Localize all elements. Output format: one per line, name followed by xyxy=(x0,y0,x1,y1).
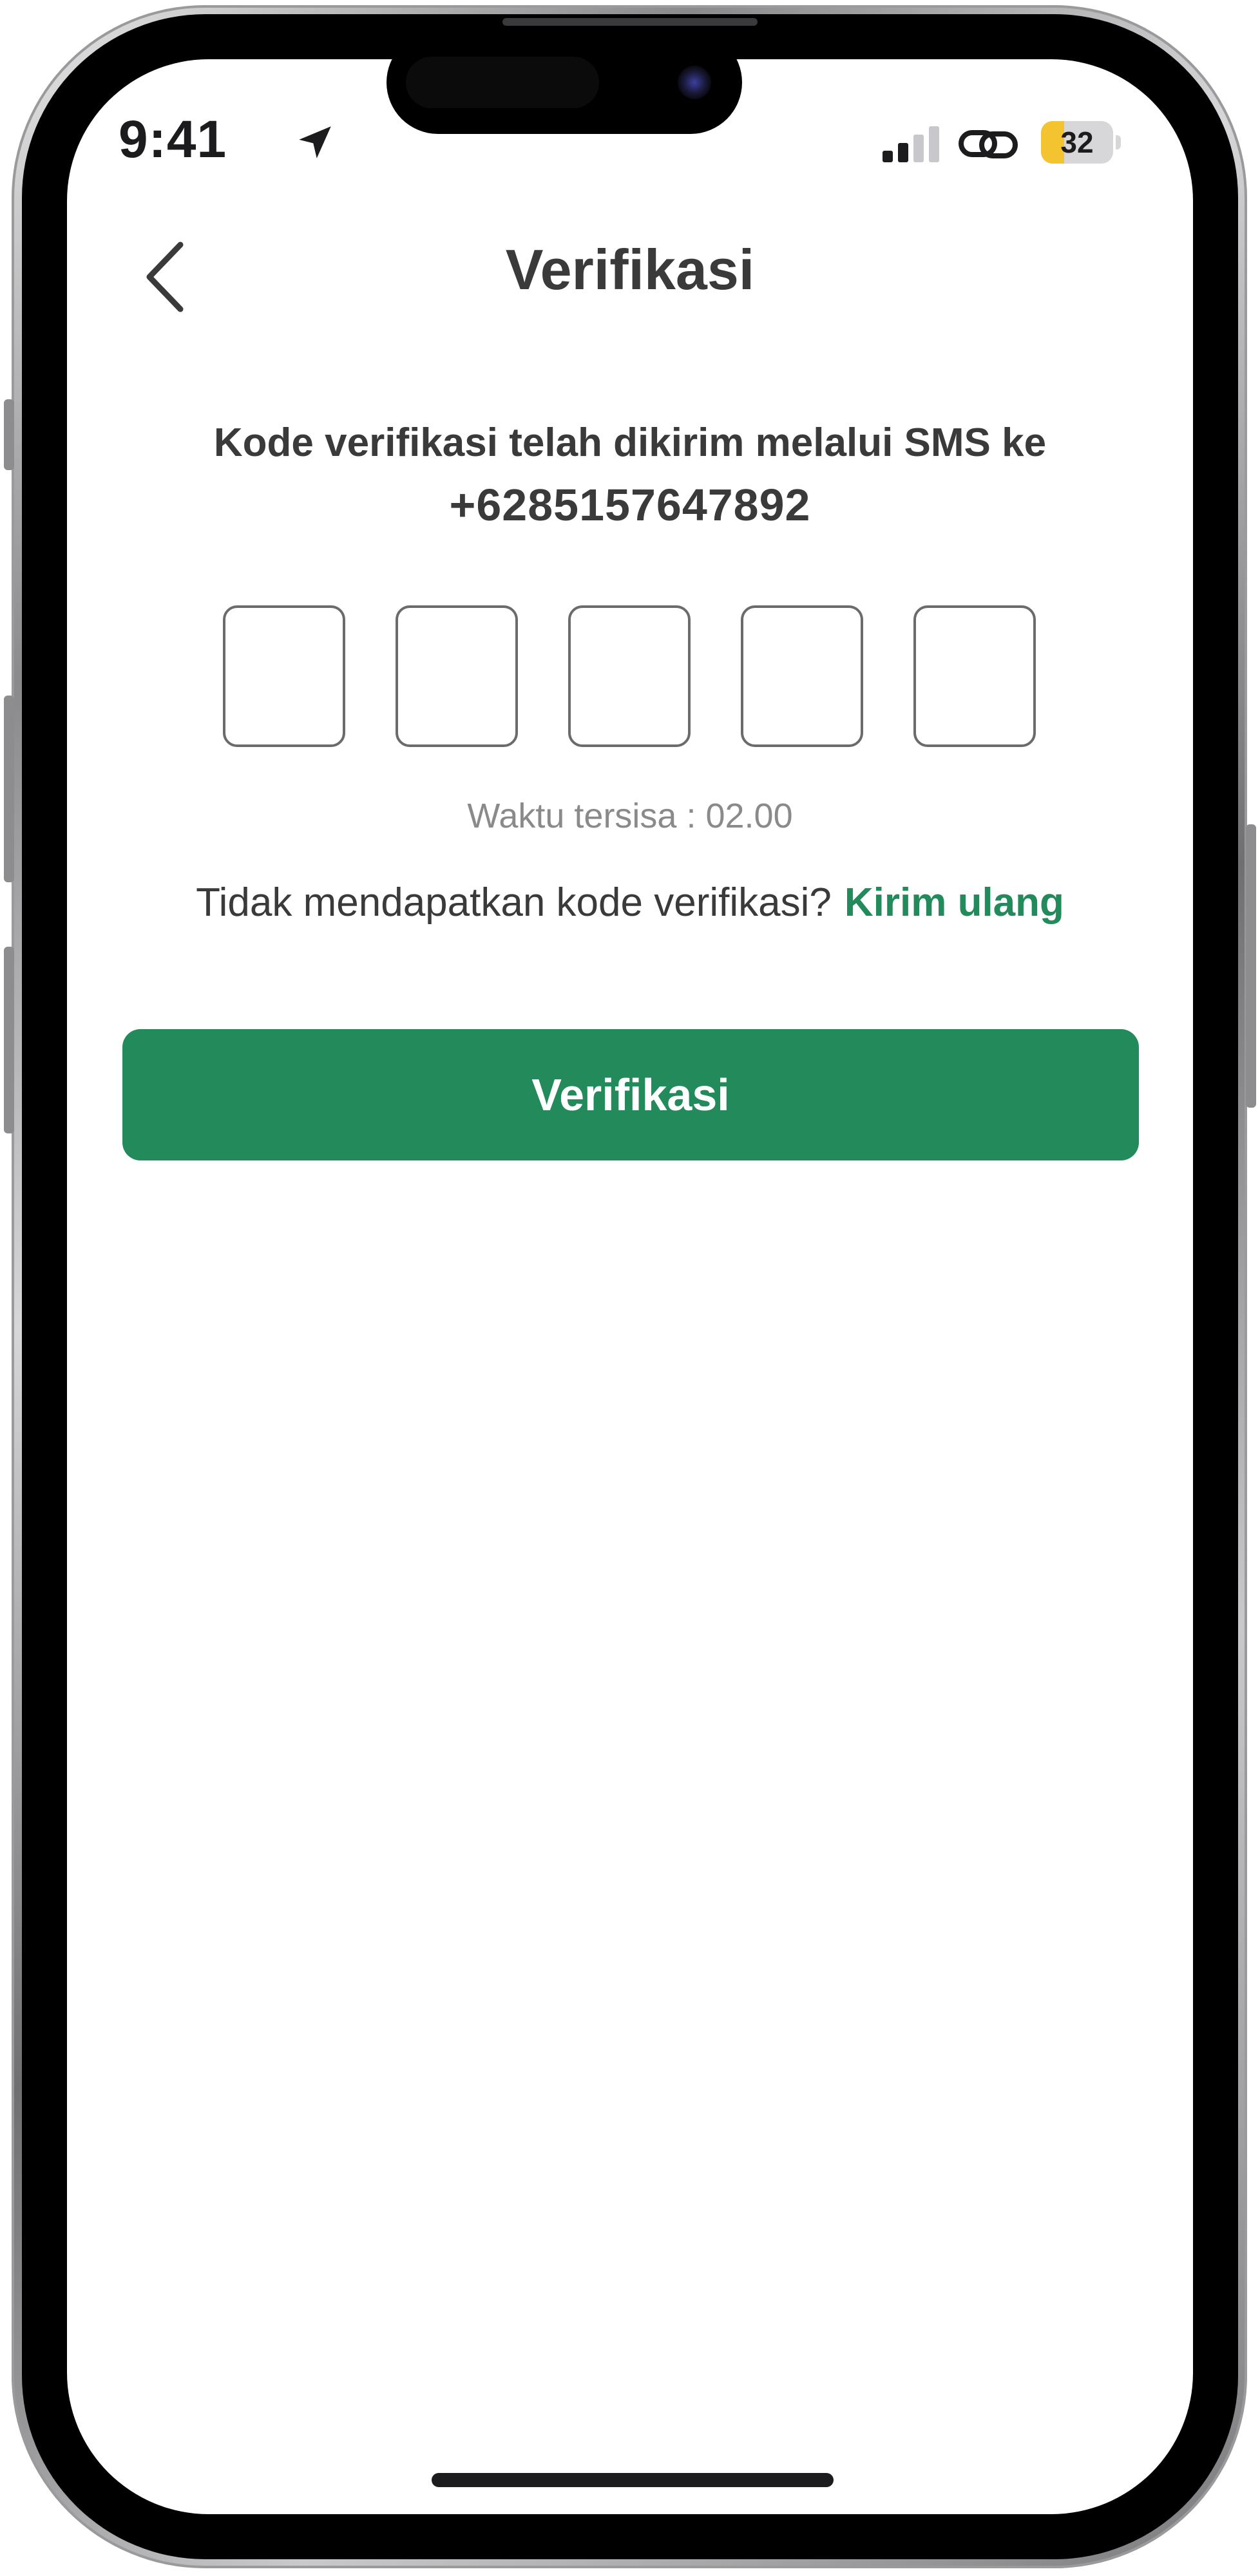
page-title: Verifikasi xyxy=(505,238,755,301)
otp-digit-3[interactable] xyxy=(568,605,691,747)
side-button-volume-down xyxy=(4,947,14,1133)
battery-tip xyxy=(1116,135,1121,149)
link-icon xyxy=(959,130,1018,158)
countdown-timer: Waktu tersisa : 02.00 xyxy=(467,797,793,835)
dynamic-island xyxy=(387,31,742,134)
battery-level: 32 xyxy=(1060,126,1094,159)
signal-icon xyxy=(883,126,939,162)
otp-digit-5[interactable] xyxy=(913,605,1036,747)
phone-number: +6285157647892 xyxy=(449,480,811,530)
verification-message: Kode verifikasi telah dikirim melalui SM… xyxy=(213,421,1047,465)
otp-digit-2[interactable] xyxy=(396,605,518,747)
side-button-action xyxy=(4,399,14,470)
side-button-volume-up xyxy=(4,696,14,882)
side-button-power xyxy=(1246,824,1256,1108)
resend-row: Tidak mendapatkan kode verifikasi? Kirim … xyxy=(129,880,1131,925)
resend-prompt: Tidak mendapatkan kode verifikasi? xyxy=(196,880,832,925)
otp-digit-1[interactable] xyxy=(223,605,345,747)
battery-icon: 32 xyxy=(1041,121,1113,164)
device-canvas: 9:41 32 Verifikasi Kode verifikasi telah… xyxy=(0,0,1260,2576)
location-arrow-icon xyxy=(299,126,331,158)
otp-digit-4[interactable] xyxy=(741,605,863,747)
resend-link[interactable]: Kirim ulang xyxy=(845,880,1064,925)
chevron-left-icon[interactable] xyxy=(135,232,200,322)
speaker-grille xyxy=(502,18,758,26)
home-indicator[interactable] xyxy=(432,2473,834,2487)
verify-button[interactable]: Verifikasi xyxy=(122,1029,1139,1160)
island-sensor xyxy=(406,57,599,108)
front-camera xyxy=(678,66,711,99)
status-time: 9:41 xyxy=(119,110,227,169)
